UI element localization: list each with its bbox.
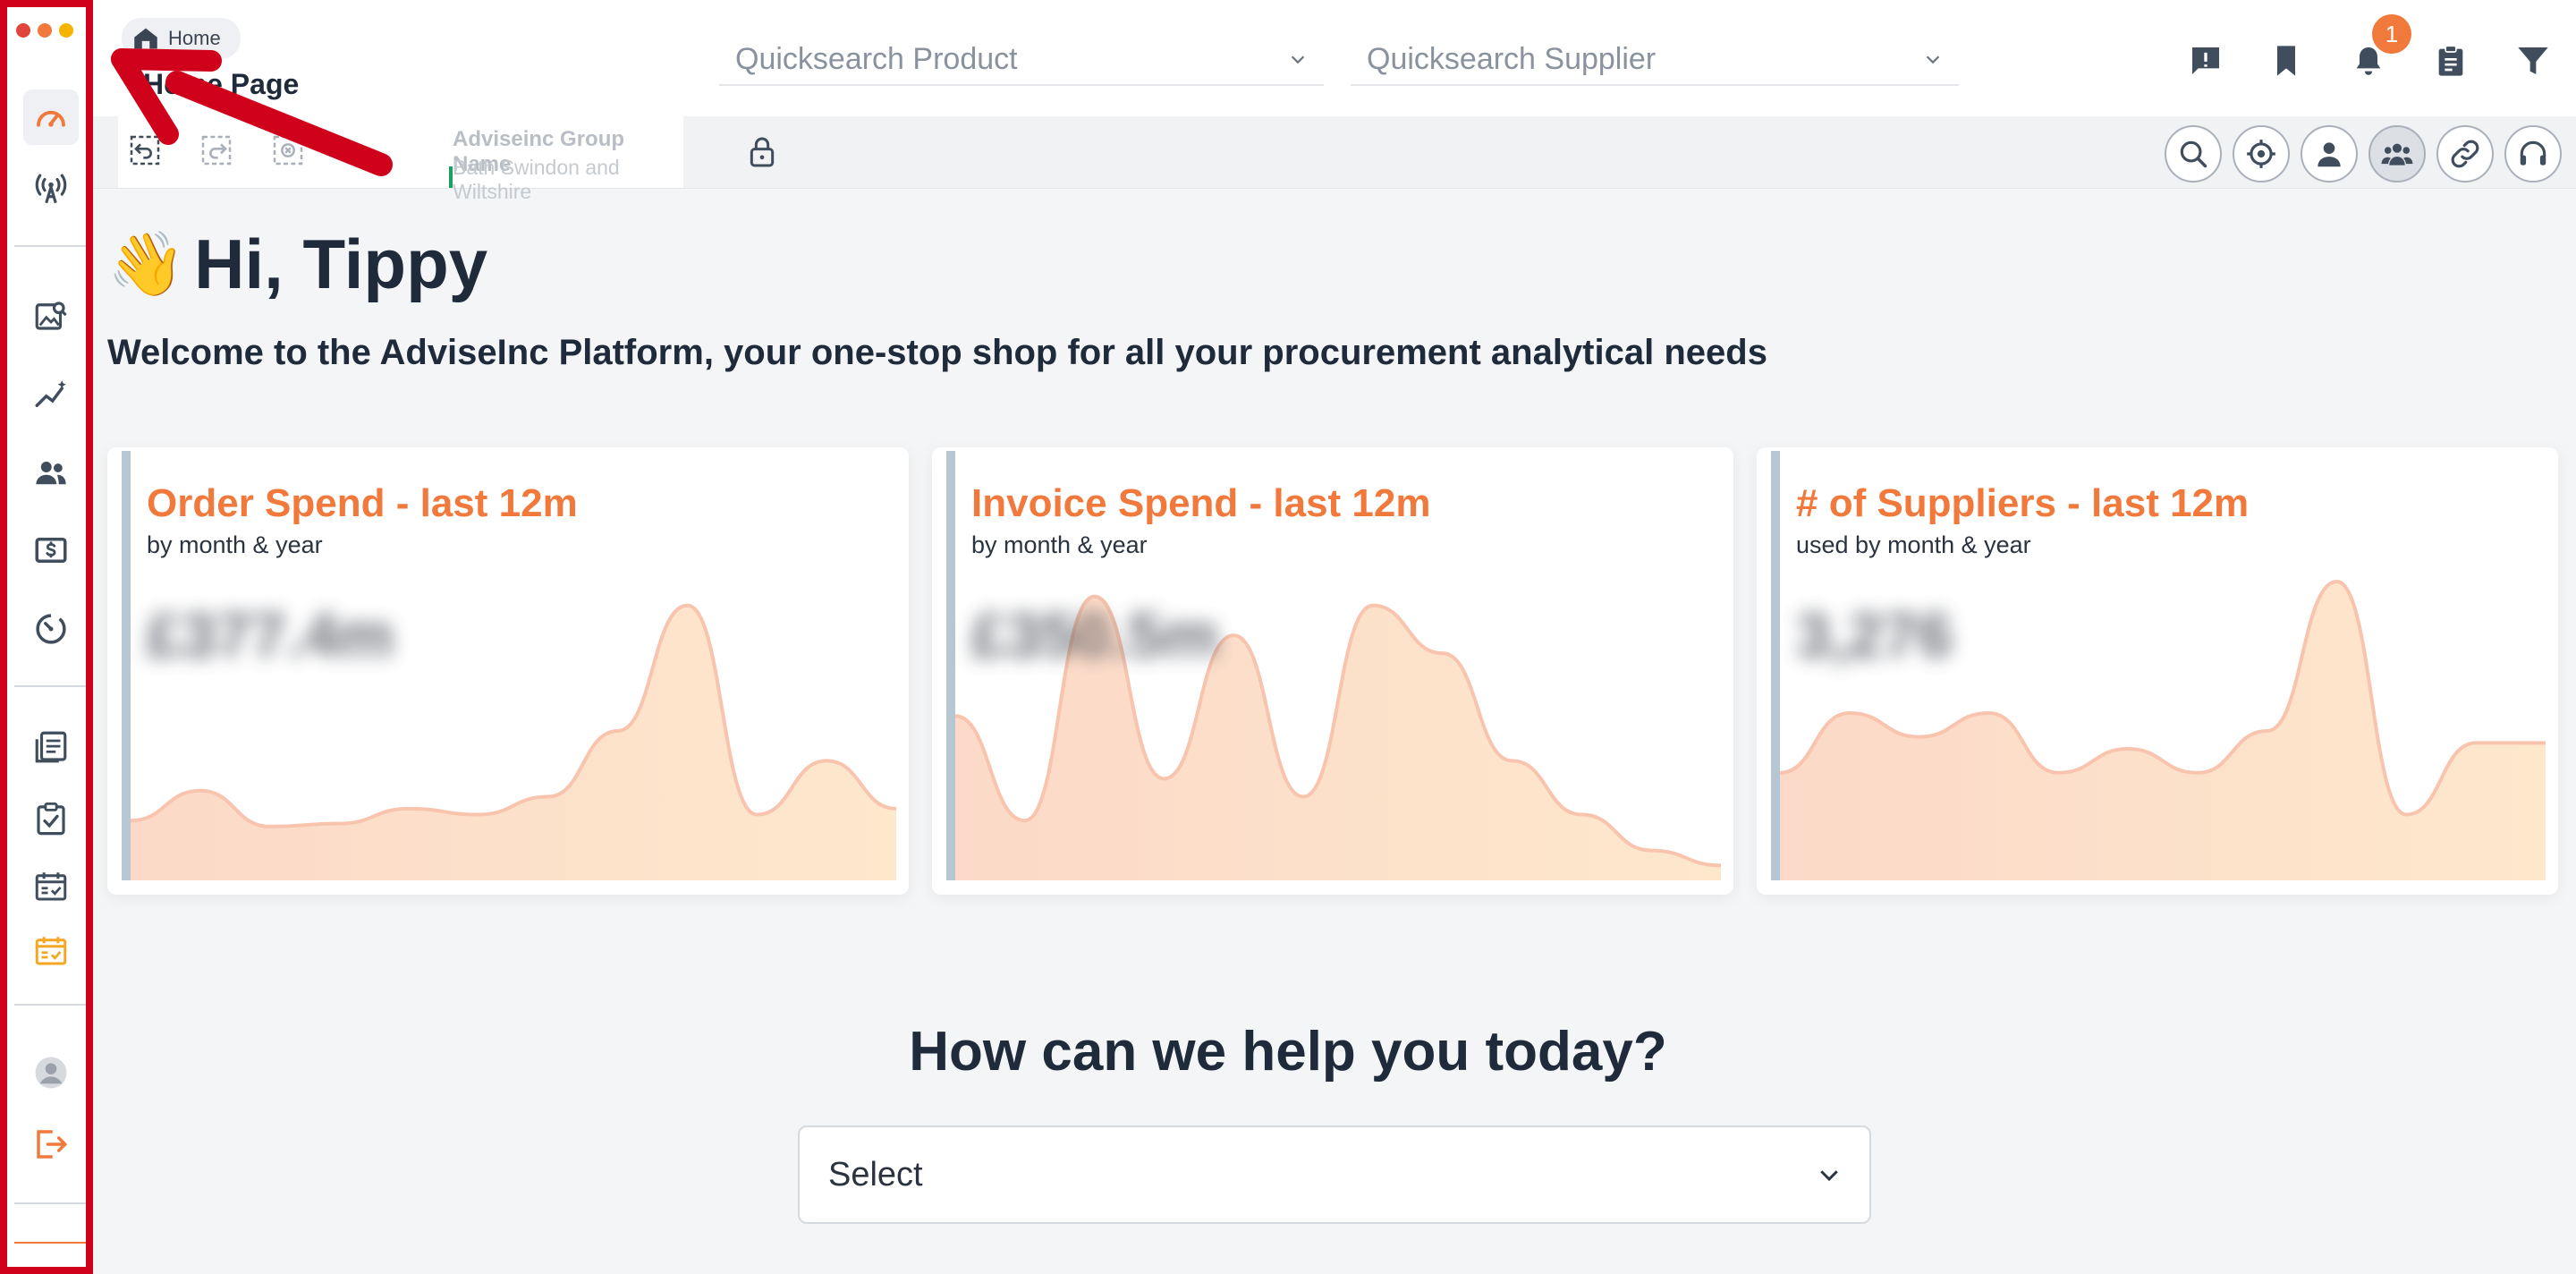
window-controls: [16, 23, 73, 38]
broadcast-tower-icon: [35, 174, 67, 204]
waving-hand-icon: 👋: [107, 228, 186, 299]
product-search-select[interactable]: Quicksearch Product: [719, 34, 1324, 86]
sidebar-item-tasks[interactable]: [23, 791, 79, 846]
calendar-check-icon: [35, 872, 67, 901]
context-user-button[interactable]: [2301, 125, 2358, 183]
help-select[interactable]: Select: [798, 1125, 1871, 1224]
sidebar-separator: [14, 1004, 86, 1006]
help-select-value: Select: [828, 1155, 923, 1193]
redo-button[interactable]: [199, 132, 234, 168]
home-icon: [134, 28, 157, 49]
card-title: # of Suppliers - last 12m: [1796, 481, 2250, 525]
search-icon: [2180, 140, 2207, 168]
dollar-bill-icon: [35, 538, 67, 563]
clipboard-button[interactable]: [2426, 36, 2476, 86]
context-link-button[interactable]: [2436, 125, 2494, 183]
sidebar-separator: [14, 685, 86, 687]
context-location-button[interactable]: [2233, 125, 2290, 183]
invoice-spend-card[interactable]: Invoice Spend - last 12m by month & year…: [932, 447, 1733, 895]
card-title: Order Spend - last 12m: [147, 481, 578, 525]
chevron-down-icon: [1926, 55, 1940, 64]
card-title: Invoice Spend - last 12m: [971, 481, 1431, 525]
chevron-down-icon: [1820, 1170, 1838, 1182]
card-value: 3,276: [1796, 600, 1953, 670]
sidebar-item-dashboard[interactable]: [23, 89, 79, 145]
card-value: £350.5m: [971, 600, 1219, 670]
sidebar-separator: [14, 1202, 86, 1204]
suppliers-card[interactable]: # of Suppliers - last 12m used by month …: [1757, 447, 2558, 895]
image-search-icon: [35, 302, 67, 330]
sidebar-accent-line: [14, 1242, 86, 1244]
calendar-check-orange-icon: [35, 937, 67, 965]
card-accent-bar: [1771, 451, 1780, 880]
feedback-button[interactable]: [2181, 36, 2231, 86]
breadcrumb[interactable]: Home: [122, 18, 241, 59]
bookmark-button[interactable]: [2261, 36, 2311, 86]
lock-icon: [750, 137, 775, 167]
undo-selection-icon: [130, 135, 160, 166]
card-subtitle: used by month & year: [1796, 531, 2031, 558]
sidebar-item-reports[interactable]: [23, 719, 79, 775]
context-search-button[interactable]: [2165, 125, 2222, 183]
supplier-search-placeholder: Quicksearch Supplier: [1367, 41, 1657, 76]
clipboard-check-icon: [37, 802, 65, 836]
clear-selection-icon: [273, 135, 303, 166]
chevron-down-icon: [1291, 55, 1305, 64]
card-subtitle: by month & year: [971, 531, 1148, 558]
greeting-text: Hi, Tippy: [194, 225, 488, 303]
clipboard-icon: [2438, 45, 2463, 76]
close-window-button[interactable]: [16, 23, 30, 38]
document-list-icon: [35, 731, 67, 763]
filter-icon: [2518, 47, 2548, 74]
context-group-button[interactable]: [2368, 125, 2426, 183]
redo-selection-icon: [201, 135, 232, 166]
sidebar-item-users[interactable]: [23, 446, 79, 501]
sidebar-item-timer[interactable]: [23, 601, 79, 657]
card-subtitle: by month & year: [147, 531, 323, 558]
notification-count-badge: 1: [2372, 14, 2411, 54]
help-heading: How can we help you today?: [909, 1021, 1667, 1083]
context-support-button[interactable]: [2504, 125, 2562, 183]
sidebar-item-calendar-pending[interactable]: [23, 923, 79, 979]
headset-icon: [2520, 140, 2546, 166]
filter-button[interactable]: [2508, 36, 2558, 86]
clear-selection-button[interactable]: [270, 132, 306, 168]
trend-sparkle-icon: [35, 380, 66, 407]
group-lock-button[interactable]: [744, 134, 780, 170]
sidebar-item-spend[interactable]: [23, 522, 79, 578]
speedometer-icon: [37, 110, 65, 127]
card-accent-bar: [122, 451, 131, 880]
sidebar-item-analytics[interactable]: [23, 367, 79, 422]
user-icon: [2318, 142, 2341, 167]
group-name-value[interactable]: Bath Swindon and Wiltshire: [453, 156, 683, 204]
logout-icon: [37, 1130, 68, 1159]
link-icon: [2451, 140, 2479, 168]
group-selector-panel: Adviseinc Group Name Bath Swindon and Wi…: [118, 116, 775, 203]
minimize-window-button[interactable]: [38, 23, 52, 38]
sidebar-item-calendar[interactable]: [23, 859, 79, 914]
card-accent-bar: [946, 451, 955, 880]
greeting-heading: 👋 Hi, Tippy: [107, 224, 487, 305]
group-icon: [2381, 143, 2413, 166]
bookmark-icon: [2277, 46, 2295, 76]
sidebar-item-image-search[interactable]: [23, 288, 79, 344]
users-icon: [36, 462, 66, 485]
undo-button[interactable]: [127, 132, 163, 168]
breadcrumb-home: Home: [168, 27, 221, 49]
sidebar-separator: [14, 245, 86, 247]
maximize-window-button[interactable]: [59, 23, 73, 38]
welcome-message: Welcome to the AdviseInc Platform, your …: [107, 333, 1767, 372]
product-search-placeholder: Quicksearch Product: [735, 41, 1018, 76]
page-title: Home Page: [143, 68, 300, 100]
feedback-icon: [2192, 47, 2219, 74]
sidebar-item-broadcast[interactable]: [23, 161, 79, 217]
supplier-search-select[interactable]: Quicksearch Supplier: [1351, 34, 1959, 86]
timer-icon: [36, 614, 66, 644]
order-spend-card[interactable]: Order Spend - last 12m by month & year £…: [107, 447, 909, 895]
crosshair-icon: [2247, 140, 2275, 168]
card-value: £377.4m: [147, 600, 394, 670]
sidebar-item-logout[interactable]: [23, 1117, 79, 1172]
